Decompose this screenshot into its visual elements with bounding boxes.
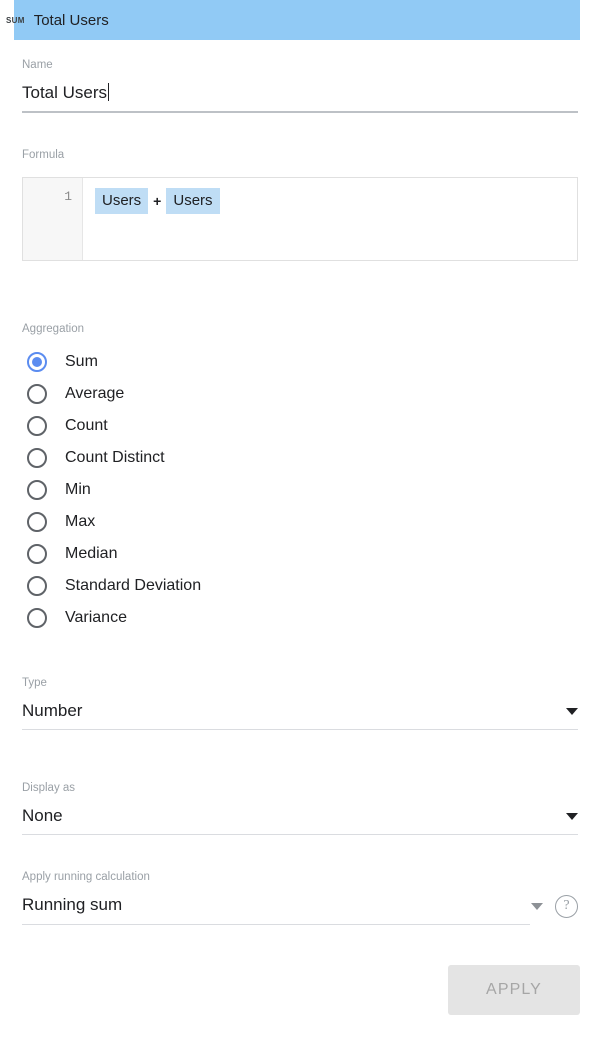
radio-label: Max (65, 513, 96, 530)
display-as-field-group: Display as None (22, 781, 578, 835)
radio-label: Count (65, 417, 108, 434)
formula-field-label: Formula (22, 149, 65, 161)
display-as-select-value: None (22, 806, 63, 825)
radio-unselected-icon (27, 416, 47, 436)
page-title: Total Users (33, 11, 109, 29)
radio-label: Average (65, 385, 125, 402)
name-field-group: Name Total Users (22, 58, 578, 113)
formula-token-field[interactable]: Users (166, 188, 220, 214)
radio-unselected-icon (27, 544, 47, 564)
formula-line-number: 1 (64, 189, 72, 204)
display-as-field-label: Display as (22, 782, 76, 794)
name-field-label: Name (22, 59, 53, 71)
name-input-row[interactable]: Total Users (22, 81, 578, 105)
radio-unselected-icon (27, 576, 47, 596)
chevron-down-icon[interactable] (566, 707, 578, 715)
formula-editor[interactable]: 1 Users + Users (22, 177, 578, 261)
name-input[interactable]: Total Users (22, 81, 110, 105)
help-circle-icon[interactable]: ? (555, 895, 578, 918)
apply-button[interactable]: APPLY (448, 965, 580, 1015)
type-field-group: Type Number (22, 676, 578, 730)
type-select-value: Number (22, 701, 83, 720)
name-input-underline (22, 111, 578, 113)
name-input-value: Total Users (22, 83, 108, 102)
radio-option-min[interactable]: Min (22, 474, 422, 506)
text-caret (108, 83, 110, 101)
radio-selected-icon (27, 352, 47, 372)
metric-header-bar: SUM Total Users (6, 0, 580, 40)
formula-token-operator: + (153, 193, 162, 209)
aggregation-group: Aggregation Sum Average Count Count Dist… (22, 322, 422, 634)
type-select-underline (22, 729, 578, 730)
formula-content[interactable]: Users + Users (83, 178, 577, 260)
radio-label: Standard Deviation (65, 577, 202, 594)
chevron-down-icon[interactable] (566, 812, 578, 820)
type-select[interactable]: Number (22, 699, 578, 723)
radio-option-standard-deviation[interactable]: Standard Deviation (22, 570, 422, 602)
radio-unselected-icon (27, 384, 47, 404)
aggregation-badge: SUM (6, 14, 25, 26)
radio-unselected-icon (27, 512, 47, 532)
radio-option-median[interactable]: Median (22, 538, 422, 570)
display-as-select[interactable]: None (22, 804, 578, 828)
formula-field-group: Formula (22, 148, 578, 171)
aggregation-label: Aggregation (22, 323, 85, 335)
radio-option-sum[interactable]: Sum (22, 346, 422, 378)
type-field-label: Type (22, 677, 47, 689)
radio-label: Variance (65, 609, 127, 626)
radio-option-average[interactable]: Average (22, 378, 422, 410)
radio-label: Sum (65, 353, 98, 370)
radio-label: Median (65, 545, 118, 562)
running-calculation-label: Apply running calculation (22, 871, 150, 883)
radio-unselected-icon (27, 480, 47, 500)
running-calculation-value: Running sum (22, 895, 123, 914)
formula-token-field[interactable]: Users (95, 188, 149, 214)
radio-unselected-icon (27, 608, 47, 628)
display-as-select-underline (22, 834, 578, 835)
radio-label: Count Distinct (65, 449, 165, 466)
radio-label: Min (65, 481, 91, 498)
chevron-down-icon[interactable] (531, 903, 543, 910)
radio-option-variance[interactable]: Variance (22, 602, 422, 634)
radio-option-max[interactable]: Max (22, 506, 422, 538)
radio-option-count-distinct[interactable]: Count Distinct (22, 442, 422, 474)
radio-unselected-icon (27, 448, 47, 468)
radio-option-count[interactable]: Count (22, 410, 422, 442)
running-calculation-underline (22, 924, 530, 925)
formula-gutter: 1 (23, 178, 83, 260)
running-calculation-field-group: Apply running calculation Running sum ? (22, 870, 578, 925)
running-calculation-row: Running sum ? (22, 893, 578, 918)
